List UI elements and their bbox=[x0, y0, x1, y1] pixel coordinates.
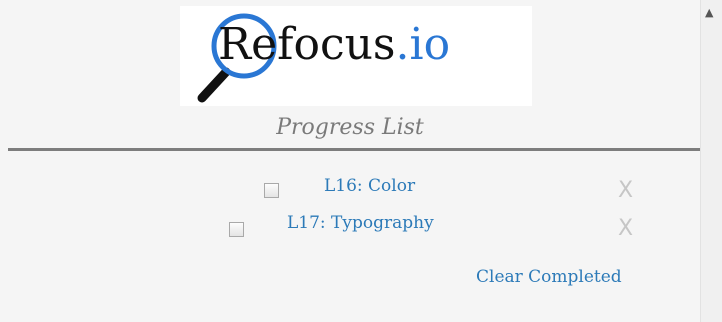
logo-suffix: .io bbox=[395, 19, 451, 70]
item-checkbox-l16[interactable] bbox=[264, 183, 279, 198]
scroll-up-arrow-icon[interactable]: ▲ bbox=[705, 6, 713, 19]
remove-item-button-l17[interactable]: X bbox=[618, 216, 633, 241]
scrollbar[interactable]: ▲ bbox=[700, 0, 722, 322]
item-link-l16[interactable]: L16: Color bbox=[324, 176, 415, 196]
progress-list-title: Progress List bbox=[276, 115, 424, 140]
logo-word: efocus bbox=[251, 19, 396, 70]
divider bbox=[8, 148, 700, 151]
refocus-logo[interactable]: Refocus.io bbox=[180, 6, 532, 106]
progress-panel: Refocus.io Progress List L16: Color X L1… bbox=[0, 0, 700, 322]
item-link-l17[interactable]: L17: Typography bbox=[287, 213, 434, 233]
logo-letter: R bbox=[218, 19, 252, 70]
item-checkbox-l17[interactable] bbox=[229, 222, 244, 237]
clear-completed-link[interactable]: Clear Completed bbox=[476, 267, 622, 287]
logo-text: Refocus.io bbox=[218, 23, 450, 67]
remove-item-button-l16[interactable]: X bbox=[618, 178, 633, 203]
